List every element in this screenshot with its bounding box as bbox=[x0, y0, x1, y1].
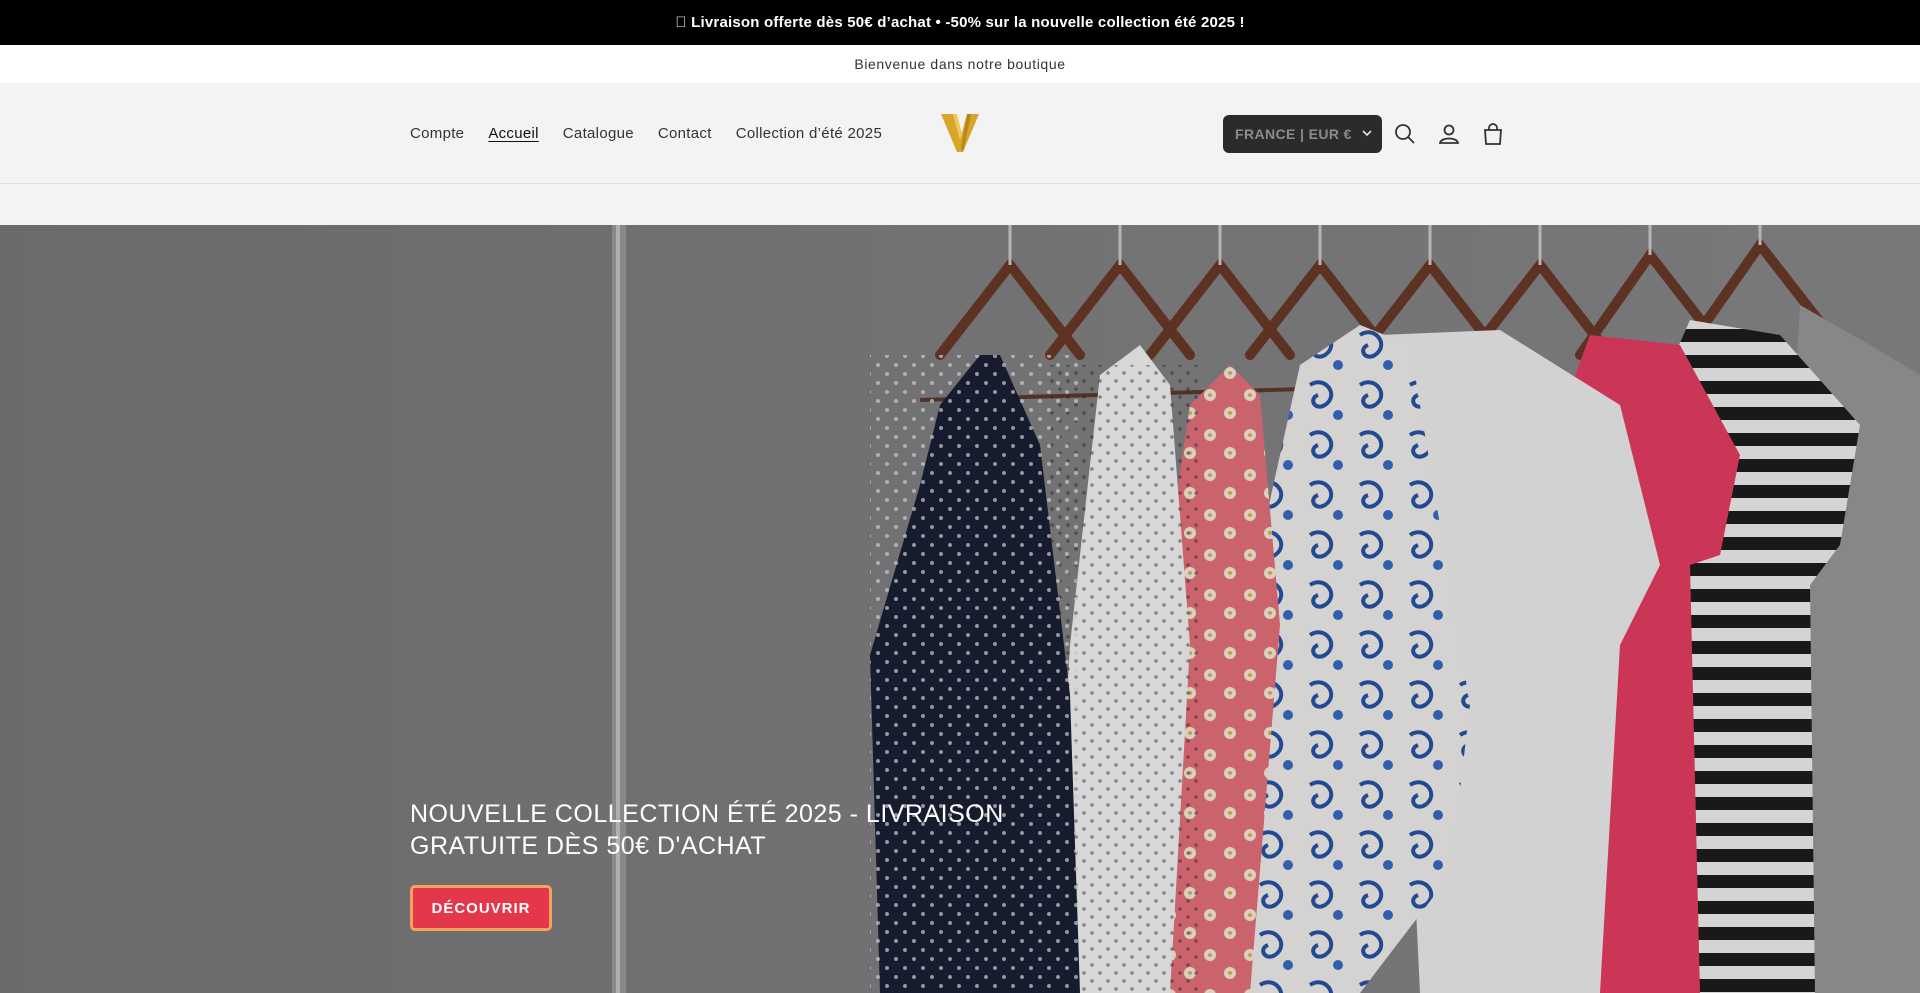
nav-item-accueil[interactable]: Accueil bbox=[488, 125, 538, 142]
search-icon[interactable] bbox=[1392, 121, 1418, 147]
hero-title: NOUVELLE COLLECTION ÉTÉ 2025 - LIVRAISON… bbox=[410, 800, 1004, 860]
announcement-bar:   Livraison offerte dès 50€ d’achat • -5… bbox=[0, 0, 1920, 45]
hero-image-clothes-rack bbox=[0, 225, 1920, 993]
nav-item-contact[interactable]: Contact bbox=[658, 125, 712, 142]
country-currency-selector[interactable]: FRANCE | EUR € bbox=[1223, 115, 1382, 153]
chevron-down-icon bbox=[1362, 130, 1372, 137]
country-selector-value: FRANCE | EUR € bbox=[1235, 126, 1352, 142]
decouvrir-button[interactable]: DÉCOUVRIR bbox=[410, 885, 552, 931]
announcement-text:   Livraison offerte dès 50€ d’achat • -5… bbox=[675, 14, 1245, 31]
site-header: Compte Accueil Catalogue Contact Collect… bbox=[0, 83, 1920, 184]
nav-item-collection-ete[interactable]: Collection d’été 2025 bbox=[736, 125, 882, 142]
nav-item-compte[interactable]: Compte bbox=[410, 125, 464, 142]
hero-banner: NOUVELLE COLLECTION ÉTÉ 2025 - LIVRAISON… bbox=[0, 225, 1920, 993]
cart-icon[interactable] bbox=[1480, 121, 1506, 147]
nav-item-catalogue[interactable]: Catalogue bbox=[563, 125, 634, 142]
main-navigation: Compte Accueil Catalogue Contact Collect… bbox=[410, 125, 882, 142]
account-icon[interactable] bbox=[1436, 121, 1462, 147]
welcome-bar: Bienvenue dans notre boutique bbox=[0, 45, 1920, 83]
header-spacer bbox=[0, 184, 1920, 225]
welcome-text: Bienvenue dans notre boutique bbox=[854, 56, 1066, 72]
v-monogram-logo[interactable] bbox=[939, 112, 981, 154]
